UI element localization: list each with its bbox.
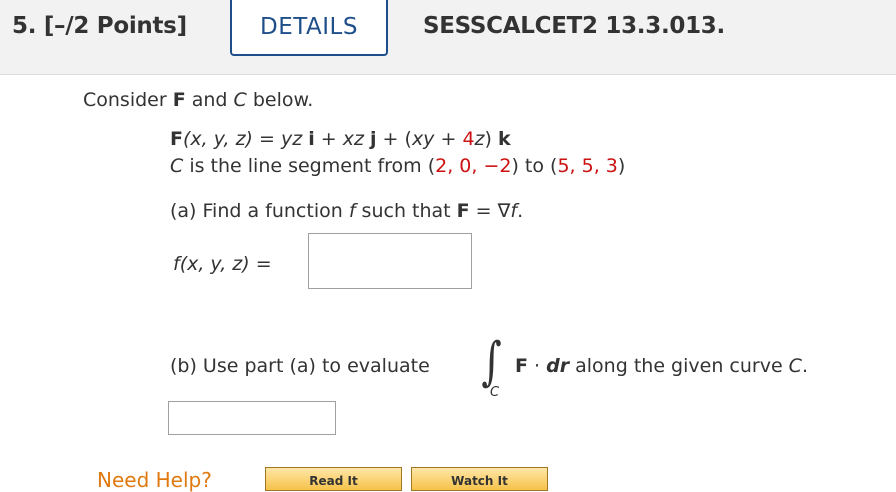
end-point: 5, 5, 3 [557, 155, 618, 177]
integrand-dr: dr [546, 355, 570, 377]
field-plus: + [434, 128, 463, 150]
problem-intro: Consider F and C below. [83, 89, 313, 111]
vector-field-equation: F(x, y, z) = yz i + xz j + (xy + 4z) k [170, 128, 511, 150]
integral-symbol: ∫ [481, 332, 502, 392]
points-label: 5. [–/2 Points] [12, 13, 187, 39]
field-plus: + ( [376, 128, 412, 150]
intro-text: below. [246, 89, 314, 111]
field-xy: xy [411, 128, 435, 150]
need-help-label: Need Help? [97, 468, 212, 492]
field-coef: 4 [462, 128, 475, 150]
gradient-symbol: = ∇ [469, 200, 511, 222]
details-button[interactable]: DETAILS [230, 0, 388, 56]
intro-text: and [185, 89, 234, 111]
curve-description: C is the line segment from (2, 0, −2) to… [170, 155, 625, 177]
field-z: z [474, 128, 485, 150]
field-F: F [170, 128, 183, 150]
part-b-text: along the given curve [569, 355, 789, 377]
part-b-answer-input[interactable] [168, 401, 336, 435]
part-a-text: (a) Find a function [170, 200, 349, 222]
intro-F: F [172, 89, 186, 111]
part-a-text: such that [355, 200, 457, 222]
curve-C: C [170, 155, 184, 177]
part-b-prompt: (b) Use part (a) to evaluate [170, 355, 430, 377]
part-a-answer-label: f(x, y, z) = [173, 253, 272, 275]
part-a-answer-input[interactable] [308, 233, 472, 289]
read-it-button[interactable]: Read It [265, 467, 402, 491]
part-b-text: . [801, 355, 808, 377]
integral-subscript: C [490, 385, 500, 400]
curve-text: ) [617, 155, 626, 177]
dot-operator: · [527, 355, 547, 377]
question-header: 5. [–/2 Points] DETAILS SESSCALCET2 13.3… [0, 0, 896, 75]
start-point: 2, 0, −2 [435, 155, 512, 177]
field-close: ) [484, 128, 498, 150]
part-b-integrand: F · dr along the given curve C. [515, 355, 808, 377]
part-b-C: C [788, 355, 802, 377]
watch-it-button[interactable]: Watch It [411, 467, 548, 491]
part-a-prompt: (a) Find a function f such that F = ∇f. [170, 200, 523, 222]
intro-text: Consider [83, 89, 173, 111]
part-a-F: F [456, 200, 470, 222]
field-args: (x, y, z) = [182, 128, 281, 150]
field-yz: yz [280, 128, 303, 150]
part-a-text: . [517, 200, 524, 222]
field-xz: xz [342, 128, 364, 150]
part-a-f: f [348, 200, 356, 222]
question-code: SESSCALCET2 13.3.013. [423, 13, 725, 39]
curve-text: ) to ( [511, 155, 558, 177]
field-plus: + [314, 128, 343, 150]
intro-C: C [233, 89, 247, 111]
integrand-F: F [515, 355, 528, 377]
curve-text: is the line segment from ( [183, 155, 436, 177]
unit-k: k [497, 128, 511, 150]
